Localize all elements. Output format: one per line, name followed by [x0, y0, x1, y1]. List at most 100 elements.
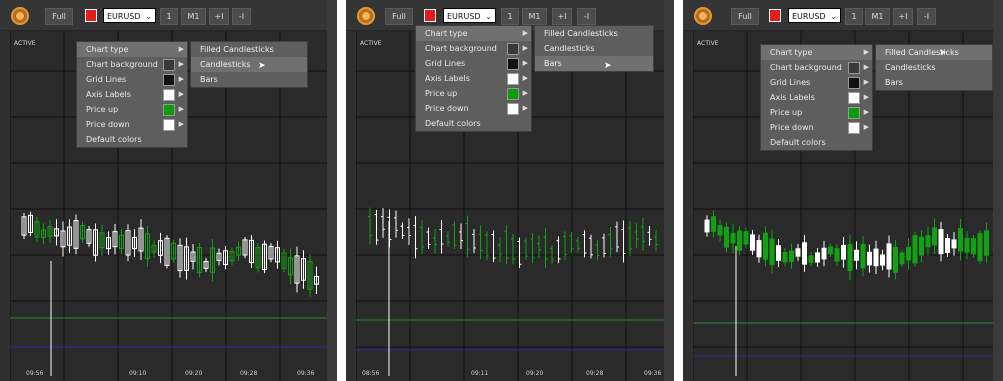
candle-body — [795, 248, 801, 257]
submenu-item-bars[interactable]: Bars — [191, 72, 307, 87]
candle-body — [815, 252, 820, 263]
settings-menu: Chart type ▶ Chart background ▶ Grid Lines… — [760, 44, 873, 151]
active-label: ACTIVE — [14, 40, 36, 47]
menu-item-price-down[interactable]: Price down ▶ — [77, 117, 187, 132]
logo-icon — [357, 7, 375, 25]
candle-body — [730, 233, 736, 244]
candle-body — [756, 240, 762, 258]
symbol-select[interactable]: EURUSD ⌄ — [103, 8, 156, 23]
candle-body — [782, 252, 788, 263]
full-button[interactable]: Full — [45, 8, 73, 25]
symbol-select[interactable]: EURUSD ⌄ — [788, 8, 841, 23]
candle-body — [737, 230, 742, 251]
menu-item-price-up[interactable]: Price up ▶ — [761, 105, 872, 120]
menu-label: Chart type — [425, 29, 468, 38]
zoom-in-button[interactable]: +I — [209, 8, 229, 25]
color-swatch — [848, 122, 860, 134]
candle-body — [763, 232, 768, 260]
chevron-right-icon: ▶ — [522, 104, 528, 112]
chevron-right-icon: ▶ — [178, 45, 184, 53]
symbol-value: EURUSD — [107, 12, 141, 21]
one-button[interactable]: 1 — [160, 8, 178, 25]
submenu-item-candlesticks[interactable]: Candlesticks — [876, 60, 992, 75]
timeframe-button[interactable]: M1 — [522, 8, 547, 25]
menu-item-default-colors[interactable]: Default colors — [761, 135, 872, 150]
timeframe-button[interactable]: M1 — [181, 8, 206, 25]
submenu-item-filled-candlesticks[interactable]: Filled Candlesticks — [876, 45, 992, 60]
submenu-item-candlesticks[interactable]: Candlesticks — [191, 57, 307, 72]
menu-item-axis-labels[interactable]: Axis Labels ▶ — [416, 71, 531, 86]
menu-item-chart-background[interactable]: Chart background ▶ — [761, 60, 872, 75]
one-button[interactable]: 1 — [501, 8, 519, 25]
color-swatch[interactable] — [424, 9, 436, 22]
submenu-item-candlesticks[interactable]: Candlesticks — [535, 41, 653, 56]
menu-item-default-colors[interactable]: Default colors — [416, 116, 531, 131]
scrollbar[interactable] — [327, 0, 337, 381]
menu-item-chart-type[interactable]: Chart type ▶ — [761, 45, 872, 60]
zoom-in-button[interactable]: +I — [552, 8, 572, 25]
zoom-out-button[interactable]: -I — [577, 8, 596, 25]
menu-label: Default colors — [425, 119, 481, 128]
candle-body — [925, 235, 931, 248]
menu-item-axis-labels[interactable]: Axis Labels ▶ — [77, 87, 187, 102]
menu-item-chart-background[interactable]: Chart background ▶ — [77, 57, 187, 72]
candle-body — [899, 252, 905, 265]
menu-item-price-down[interactable]: Price down ▶ — [761, 120, 872, 135]
chevron-right-icon: ▶ — [178, 60, 184, 68]
color-swatch[interactable] — [85, 9, 97, 22]
candle-body — [704, 219, 710, 233]
candle-body — [964, 237, 970, 253]
scrollbar[interactable] — [993, 0, 1003, 381]
candle-body — [717, 225, 723, 236]
full-button[interactable]: Full — [731, 8, 759, 25]
menu-label: Grid Lines — [770, 78, 811, 87]
candle-body — [789, 250, 794, 262]
zoom-in-button[interactable]: +I — [893, 8, 913, 25]
candle-body — [854, 249, 859, 261]
menu-item-price-down[interactable]: Price down ▶ — [416, 101, 531, 116]
menu-item-price-up[interactable]: Price up ▶ — [416, 86, 531, 101]
menu-item-chart-type[interactable]: Chart type ▶ — [77, 42, 187, 57]
submenu-label: Filled Candlesticks — [544, 29, 618, 38]
menu-item-default-colors[interactable]: Default colors — [77, 132, 187, 147]
active-label: ACTIVE — [697, 40, 719, 47]
menu-item-grid-lines[interactable]: Grid Lines ▶ — [761, 75, 872, 90]
menu-label: Chart type — [86, 45, 129, 54]
menu-item-chart-type[interactable]: Chart type ▶ — [416, 26, 531, 41]
screenshot-collage: Full EURUSD ⌄ 1 M1 +I -I ACTIVE 09:56 09… — [0, 0, 1003, 381]
submenu-label: Bars — [885, 78, 903, 87]
menu-item-chart-background[interactable]: Chart background ▶ — [416, 41, 531, 56]
timeframe-button[interactable]: M1 — [865, 8, 890, 25]
scrollbar[interactable] — [664, 0, 674, 381]
menu-label: Price down — [425, 104, 469, 113]
menu-item-grid-lines[interactable]: Grid Lines ▶ — [77, 72, 187, 87]
submenu-item-filled-candlesticks[interactable]: Filled Candlesticks — [535, 26, 653, 41]
color-swatch — [507, 88, 519, 100]
menu-label: Default colors — [770, 138, 826, 147]
color-swatch[interactable] — [769, 9, 781, 22]
full-button[interactable]: Full — [385, 8, 413, 25]
submenu-label: Candlesticks — [200, 60, 251, 69]
chevron-right-icon: ▶ — [863, 123, 869, 131]
one-button[interactable]: 1 — [845, 8, 863, 25]
submenu-label: Candlesticks — [885, 63, 936, 72]
settings-menu: Chart type ▶ Chart background ▶ Grid Lines… — [415, 25, 532, 132]
mouse-cursor-icon: ➤ — [258, 61, 266, 71]
candle-body — [828, 246, 833, 255]
time-label: 09:36 — [297, 370, 315, 377]
menu-item-axis-labels[interactable]: Axis Labels ▶ — [761, 90, 872, 105]
submenu-item-filled-candlesticks[interactable]: Filled Candlesticks — [191, 42, 307, 57]
symbol-select[interactable]: EURUSD ⌄ — [443, 8, 496, 23]
zoom-out-button[interactable]: -I — [917, 8, 936, 25]
submenu-item-bars[interactable]: Bars — [535, 56, 653, 71]
submenu-label: Bars — [544, 59, 562, 68]
candle-body — [743, 231, 749, 245]
menu-item-price-up[interactable]: Price up ▶ — [77, 102, 187, 117]
menu-label: Price up — [770, 108, 803, 117]
candle-body — [886, 243, 892, 270]
chevron-down-icon: ⌄ — [830, 12, 837, 21]
menu-item-grid-lines[interactable]: Grid Lines ▶ — [416, 56, 531, 71]
zoom-out-button[interactable]: -I — [232, 8, 251, 25]
submenu-item-bars[interactable]: Bars — [876, 75, 992, 90]
chevron-right-icon: ▶ — [863, 108, 869, 116]
